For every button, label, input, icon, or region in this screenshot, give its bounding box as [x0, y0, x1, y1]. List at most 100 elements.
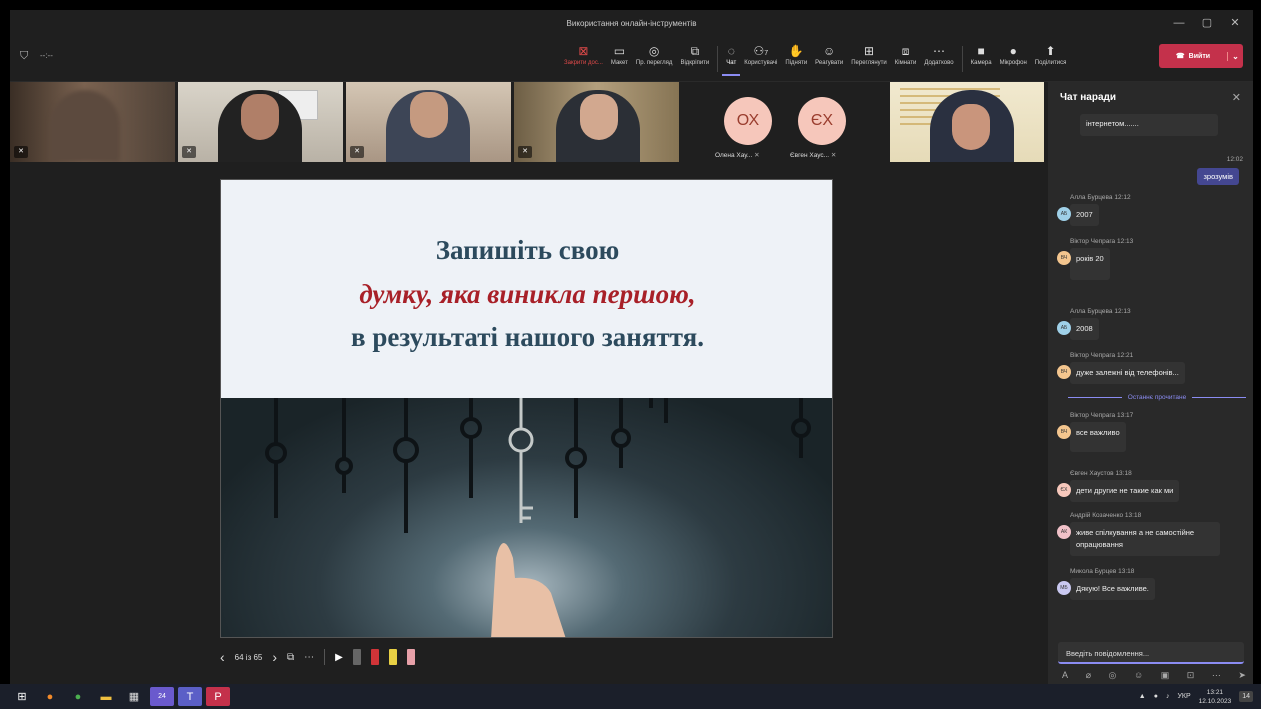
maximize-button[interactable]: ▢	[1193, 10, 1221, 36]
chrome-icon[interactable]: ●	[66, 687, 90, 706]
more-button[interactable]: ⋯ Додатково	[920, 42, 957, 76]
pen-gray-button[interactable]	[352, 649, 361, 665]
participant-avatar[interactable]: ЄХ	[798, 97, 846, 145]
participant-face	[580, 94, 618, 140]
meeting-toolbar: ⛉ --:-- ⊠ Закрити дос... ▭ Макет ◎ Пр. пере…	[10, 36, 1253, 82]
share-button[interactable]: ⬆ Поділитися	[1031, 42, 1071, 76]
notifications-icon[interactable]: 14	[1239, 691, 1253, 702]
loop-icon[interactable]: ◎	[1109, 670, 1117, 681]
message-text: дуже залежні від телефонів...	[1070, 362, 1185, 384]
video-tile[interactable]	[890, 82, 1044, 162]
microphone-icon[interactable]: ●	[1154, 693, 1158, 700]
chat-button[interactable]: ◌ Чат	[722, 42, 741, 76]
file-explorer-icon[interactable]: ▬	[94, 687, 118, 706]
preview-button[interactable]: ◎ Пр. перегляд	[632, 42, 677, 76]
participants-button[interactable]: ⚇7 Користувачі	[740, 42, 781, 76]
message-text: живе спілкування а не самостійне опрацюв…	[1070, 522, 1220, 556]
avatar: АК	[1057, 525, 1071, 539]
view-button[interactable]: ⊞ Переглянути	[847, 42, 891, 76]
rooms-icon: ⧈	[901, 44, 910, 58]
layout-icon: ▭	[613, 44, 626, 58]
presentation-slide: Запишіть свою думку, яка виникла першою,…	[220, 179, 833, 638]
powerpoint-icon[interactable]: P	[206, 687, 230, 706]
camera-icon: ■	[977, 44, 985, 58]
attach-icon[interactable]: ⌀	[1086, 670, 1091, 681]
avatar: АБ	[1057, 321, 1071, 335]
avatar: ВЧ	[1057, 365, 1071, 379]
keys-image	[221, 398, 832, 637]
raise-hand-button[interactable]: ✋ Підняти	[781, 42, 811, 76]
own-message-bubble: інтернетом.......	[1080, 114, 1218, 136]
leave-button[interactable]: ☎ Вийти ⌄	[1159, 44, 1243, 68]
message-sender: Віктор Чепрага 13:17	[1070, 412, 1134, 419]
stop-sharing-button[interactable]: ⊠ Закрити дос...	[560, 42, 607, 76]
chat-message: Віктор Чепрага 12:13 ВЧ років 20	[1056, 238, 1246, 280]
participant-name: Олена Хау... ✕	[715, 152, 760, 159]
message-text: років 20	[1070, 248, 1110, 280]
own-message-bubble: зрозумів	[1197, 168, 1239, 185]
pen-red-button[interactable]	[370, 649, 379, 665]
shield-icon: ⛉	[20, 50, 29, 62]
video-tile[interactable]: ✕	[10, 82, 175, 162]
video-tile[interactable]: ✕	[514, 82, 679, 162]
language-indicator[interactable]: УКР	[1177, 693, 1190, 700]
close-chat-button[interactable]: ✕	[1232, 91, 1241, 104]
viber-icon[interactable]: 24	[150, 687, 174, 706]
minimize-button[interactable]: —	[1165, 10, 1193, 36]
people-icon: ⚇7	[753, 44, 769, 58]
chat-message: Віктор Чепрага 12:21 ВЧ дуже залежні від…	[1056, 352, 1246, 384]
teams-icon[interactable]: T	[178, 687, 202, 706]
participant-count: 7	[764, 50, 769, 57]
format-icon[interactable]: A	[1062, 670, 1068, 681]
sticker-icon[interactable]: ⊡	[1187, 670, 1195, 681]
mic-off-icon: ✕	[350, 146, 364, 158]
video-tile[interactable]: ✕	[178, 82, 343, 162]
own-message-time: 12:02	[1226, 156, 1243, 163]
slide-line-3: в результаті нашого заняття.	[351, 322, 704, 352]
slides-grid-button[interactable]: ⧉	[287, 652, 294, 663]
layout-button[interactable]: ▭ Макет	[607, 42, 632, 76]
volume-icon[interactable]: ♪	[1166, 693, 1170, 700]
message-sender: Євген Хаустов 13:18	[1070, 470, 1132, 477]
message-input[interactable]: Введіть повідомлення...	[1058, 642, 1244, 664]
calculator-icon[interactable]: ▦	[122, 687, 146, 706]
previous-slide-button[interactable]: ‹	[220, 649, 225, 665]
more-options-icon[interactable]: ⋯	[1212, 670, 1221, 681]
chevron-up-icon[interactable]: ▲	[1139, 693, 1146, 700]
slide-more-button[interactable]: ⋯	[304, 652, 314, 663]
laser-pointer-button[interactable]: ▶	[335, 652, 343, 663]
participant-avatar[interactable]: ОХ	[724, 97, 772, 145]
start-icon[interactable]: ⊞	[10, 687, 34, 706]
microphone-icon: ●	[1009, 44, 1017, 58]
next-slide-button[interactable]: ›	[272, 649, 277, 665]
rooms-button[interactable]: ⧈ Кімнати	[891, 42, 921, 76]
eraser-button[interactable]	[406, 649, 415, 665]
firefox-icon[interactable]: ●	[38, 687, 62, 706]
windows-taskbar: ⊞ ● ● ▬ ▦ 24 T P ▲ ● ♪ УКР 13:21 12.10.20…	[0, 684, 1261, 709]
toolbar-divider	[961, 46, 963, 72]
emoji-icon[interactable]: ☺	[1134, 670, 1143, 681]
gif-icon[interactable]: ▣	[1161, 670, 1170, 681]
clock[interactable]: 13:21 12.10.2023	[1199, 688, 1232, 706]
share-icon: ⬆	[1045, 44, 1056, 58]
highlighter-button[interactable]	[388, 649, 397, 665]
microphone-button[interactable]: ● Мікрофон	[996, 42, 1031, 76]
message-sender: Микола Бурцев 13:18	[1070, 568, 1135, 575]
divider	[324, 649, 326, 665]
message-sender: Андрій Козаченко 13:18	[1070, 512, 1142, 519]
react-button[interactable]: ☺ Реагувати	[811, 42, 847, 76]
chat-message: Віктор Чепрага 13:17 ВЧ все важливо	[1056, 412, 1246, 452]
hanging-keys-illustration	[265, 398, 811, 637]
message-sender: Віктор Чепрага 12:21	[1070, 352, 1134, 359]
chat-message: Алла Бурцева 12:12 АБ 2007	[1056, 194, 1246, 226]
chat-title: Чат наради	[1060, 92, 1117, 103]
notification-badge: 24	[158, 693, 166, 700]
video-tile[interactable]: ✕	[346, 82, 511, 162]
pop-out-button[interactable]: ⧉ Відкріпити	[676, 42, 713, 76]
toolbar-divider	[717, 46, 719, 72]
send-icon[interactable]: ➤	[1238, 670, 1246, 681]
leave-dropdown-button[interactable]: ⌄	[1227, 51, 1243, 61]
stop-share-icon: ⊠	[578, 44, 589, 58]
close-window-button[interactable]: ✕	[1221, 10, 1249, 36]
camera-button[interactable]: ■ Камера	[967, 42, 996, 76]
